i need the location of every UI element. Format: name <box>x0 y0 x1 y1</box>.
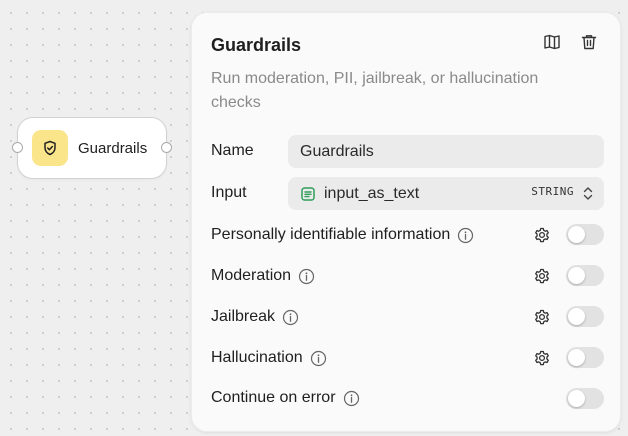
info-icon[interactable] <box>457 227 474 244</box>
info-icon[interactable] <box>310 350 327 367</box>
jailbreak-settings-gear-icon[interactable] <box>532 307 552 327</box>
output-handle[interactable] <box>161 142 172 153</box>
moderation-toggle[interactable] <box>566 265 604 286</box>
input-value: input_as_text <box>324 184 420 202</box>
shield-check-icon <box>32 130 68 166</box>
hallucination-toggle[interactable] <box>566 347 604 368</box>
trash-icon[interactable] <box>578 31 600 53</box>
chevron-up-down-icon <box>583 186 593 206</box>
pii-toggle[interactable] <box>566 224 604 245</box>
moderation-settings-gear-icon[interactable] <box>532 266 552 286</box>
text-variable-icon <box>300 186 316 202</box>
toggle-knob <box>568 267 585 284</box>
panel-description: Run moderation, PII, jailbreak, or hallu… <box>211 70 539 111</box>
pii-settings-gear-icon[interactable] <box>532 225 552 245</box>
toggle-knob <box>568 390 585 407</box>
hallucination-settings-gear-icon[interactable] <box>532 348 552 368</box>
properties-panel: Guardrails Run moderation, PII, jailbrea… <box>191 12 621 432</box>
info-icon[interactable] <box>282 309 299 326</box>
continue-on-error-toggle[interactable] <box>566 388 604 409</box>
info-icon[interactable] <box>298 268 315 285</box>
type-badge: STRING <box>531 185 574 198</box>
book-icon[interactable] <box>541 31 563 53</box>
input-select[interactable]: input_as_text STRING <box>288 177 604 210</box>
guardrails-node[interactable]: Guardrails <box>12 117 172 179</box>
name-input[interactable]: Guardrails <box>288 135 604 168</box>
panel-title: Guardrails <box>211 35 302 55</box>
toggle-knob <box>568 349 585 366</box>
moderation-label: Moderation <box>211 267 315 285</box>
info-icon[interactable] <box>343 390 360 407</box>
continue-on-error-label: Continue on error <box>211 389 360 407</box>
hallucination-label: Hallucination <box>211 349 327 367</box>
toggle-knob <box>568 308 585 325</box>
toggle-knob <box>568 226 585 243</box>
node-label: Guardrails <box>78 139 148 157</box>
jailbreak-label: Jailbreak <box>211 308 299 326</box>
input-label: Input <box>211 184 247 201</box>
jailbreak-toggle[interactable] <box>566 306 604 327</box>
name-label: Name <box>211 142 254 159</box>
input-handle[interactable] <box>12 142 23 153</box>
pii-label: Personally identifiable information <box>211 226 474 244</box>
